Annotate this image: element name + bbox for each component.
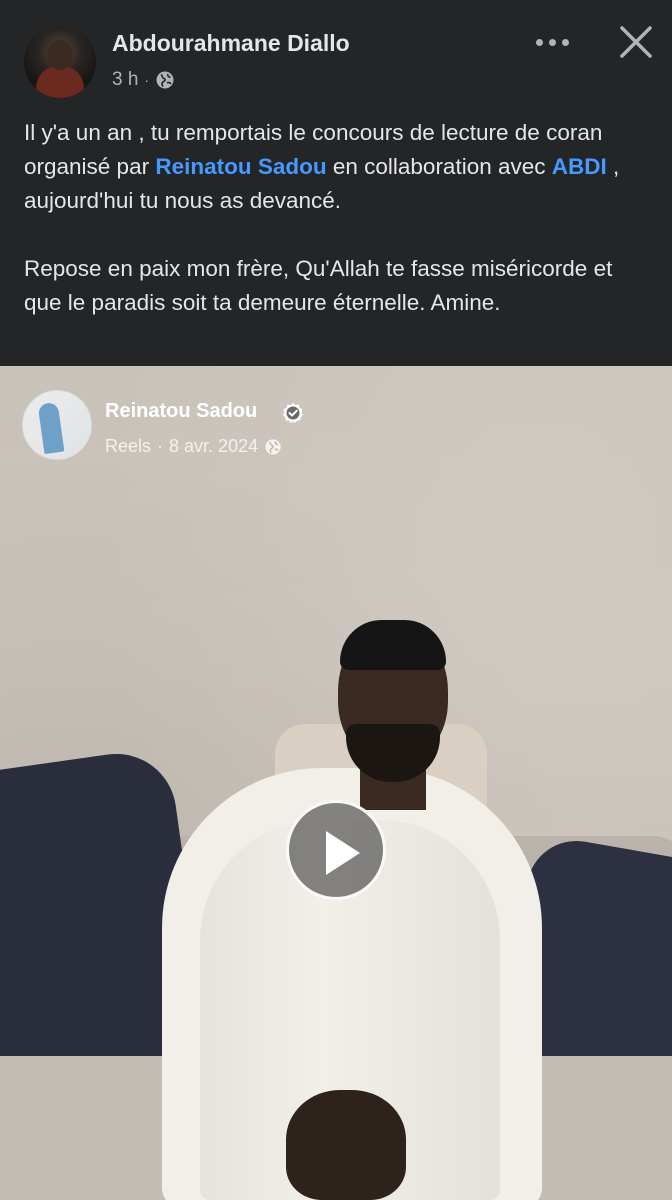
globe-icon — [156, 71, 174, 89]
author-name[interactable]: Abdourahmane Diallo — [112, 30, 350, 57]
video-person-hands — [286, 1090, 406, 1200]
globe-icon — [265, 438, 281, 455]
more-options-button[interactable] — [522, 24, 582, 60]
more-options-icon-dot — [548, 38, 556, 46]
close-icon[interactable] — [612, 18, 660, 66]
meta-separator: · — [144, 72, 150, 88]
meta-separator: · — [157, 436, 164, 456]
shared-author-avatar[interactable] — [22, 390, 92, 460]
shared-date[interactable]: 8 avr. 2024 — [169, 436, 258, 457]
post-paragraph-1: Il y'a un an , tu remportais le concours… — [24, 116, 654, 218]
more-options-icon-dot — [561, 38, 569, 46]
avatar-figure-face — [47, 40, 73, 70]
verified-badge-icon — [283, 403, 303, 423]
post-meta: 3 h · — [112, 68, 175, 92]
mention-reinatou-sadou[interactable]: Reinatou Sadou — [155, 154, 326, 179]
post-time[interactable]: 3 h — [112, 69, 138, 91]
post-header: Abdourahmane Diallo 3 h · — [0, 0, 672, 104]
shared-meta: Reels · 8 avr. 2024 — [105, 436, 282, 457]
shared-author-name[interactable]: Reinatou Sadou — [105, 400, 257, 423]
shared-reel[interactable]: Reinatou Sadou Reels · 8 avr. 2024 — [0, 366, 672, 1200]
author-avatar[interactable] — [24, 26, 96, 98]
post-text-segment: en collaboration avec — [326, 154, 552, 179]
more-options-icon-dot — [535, 38, 543, 46]
mention-abdi[interactable]: ABDI — [552, 154, 607, 179]
shared-type[interactable]: Reels — [105, 436, 151, 457]
post-text: Il y'a un an , tu remportais le concours… — [24, 116, 654, 320]
play-icon — [326, 831, 360, 875]
avatar-figure-body — [36, 66, 84, 98]
play-button[interactable] — [286, 800, 386, 900]
post-paragraph-2: Repose en paix mon frère, Qu'Allah te fa… — [24, 256, 613, 315]
